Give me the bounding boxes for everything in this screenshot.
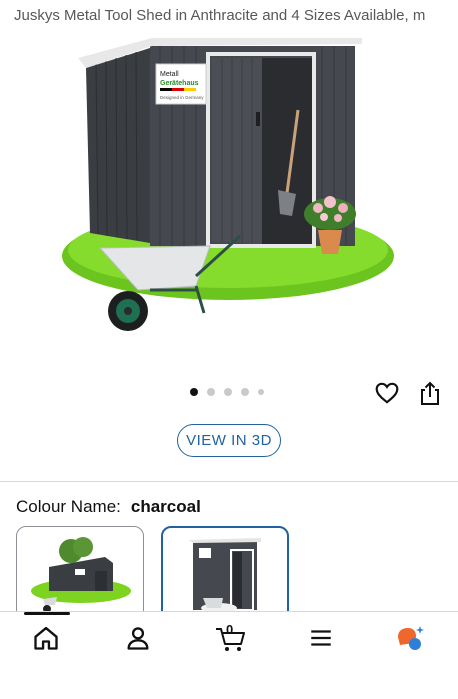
- share-icon[interactable]: [418, 380, 442, 406]
- carousel-dot[interactable]: [190, 388, 198, 396]
- colour-swatch-option[interactable]: [16, 526, 144, 621]
- colour-variation: Colour Name: charcoal: [16, 497, 201, 517]
- colour-value: charcoal: [130, 497, 201, 516]
- product-title: Juskys Metal Tool Shed in Anthracite and…: [14, 7, 426, 24]
- cart-count: 0: [226, 622, 234, 637]
- colour-swatch-charcoal[interactable]: [161, 526, 289, 621]
- carousel-dot[interactable]: [241, 388, 249, 396]
- label-line3: Designed in Germany: [160, 95, 204, 100]
- carousel-dot[interactable]: [258, 389, 264, 395]
- product-image[interactable]: Metall Gerätehaus Designed in Germany: [0, 28, 458, 373]
- cart-icon[interactable]: 0: [214, 622, 248, 654]
- view-in-3d-button[interactable]: VIEW IN 3D: [177, 424, 281, 457]
- account-icon[interactable]: [124, 624, 156, 654]
- heart-icon[interactable]: [374, 380, 400, 406]
- image-carousel-indicator: [190, 388, 264, 396]
- carousel-dot[interactable]: [207, 388, 215, 396]
- label-line1: Metall: [160, 71, 179, 78]
- carousel-dot[interactable]: [224, 388, 232, 396]
- menu-icon[interactable]: [308, 624, 340, 654]
- colour-label: Colour Name:: [16, 497, 121, 516]
- bottom-navigation: 0: [0, 611, 458, 699]
- home-icon[interactable]: [32, 624, 64, 654]
- rufus-assistant-icon[interactable]: [394, 624, 426, 654]
- active-tab-indicator: [24, 612, 70, 615]
- section-divider: [0, 481, 458, 482]
- label-line2: Gerätehaus: [160, 80, 199, 87]
